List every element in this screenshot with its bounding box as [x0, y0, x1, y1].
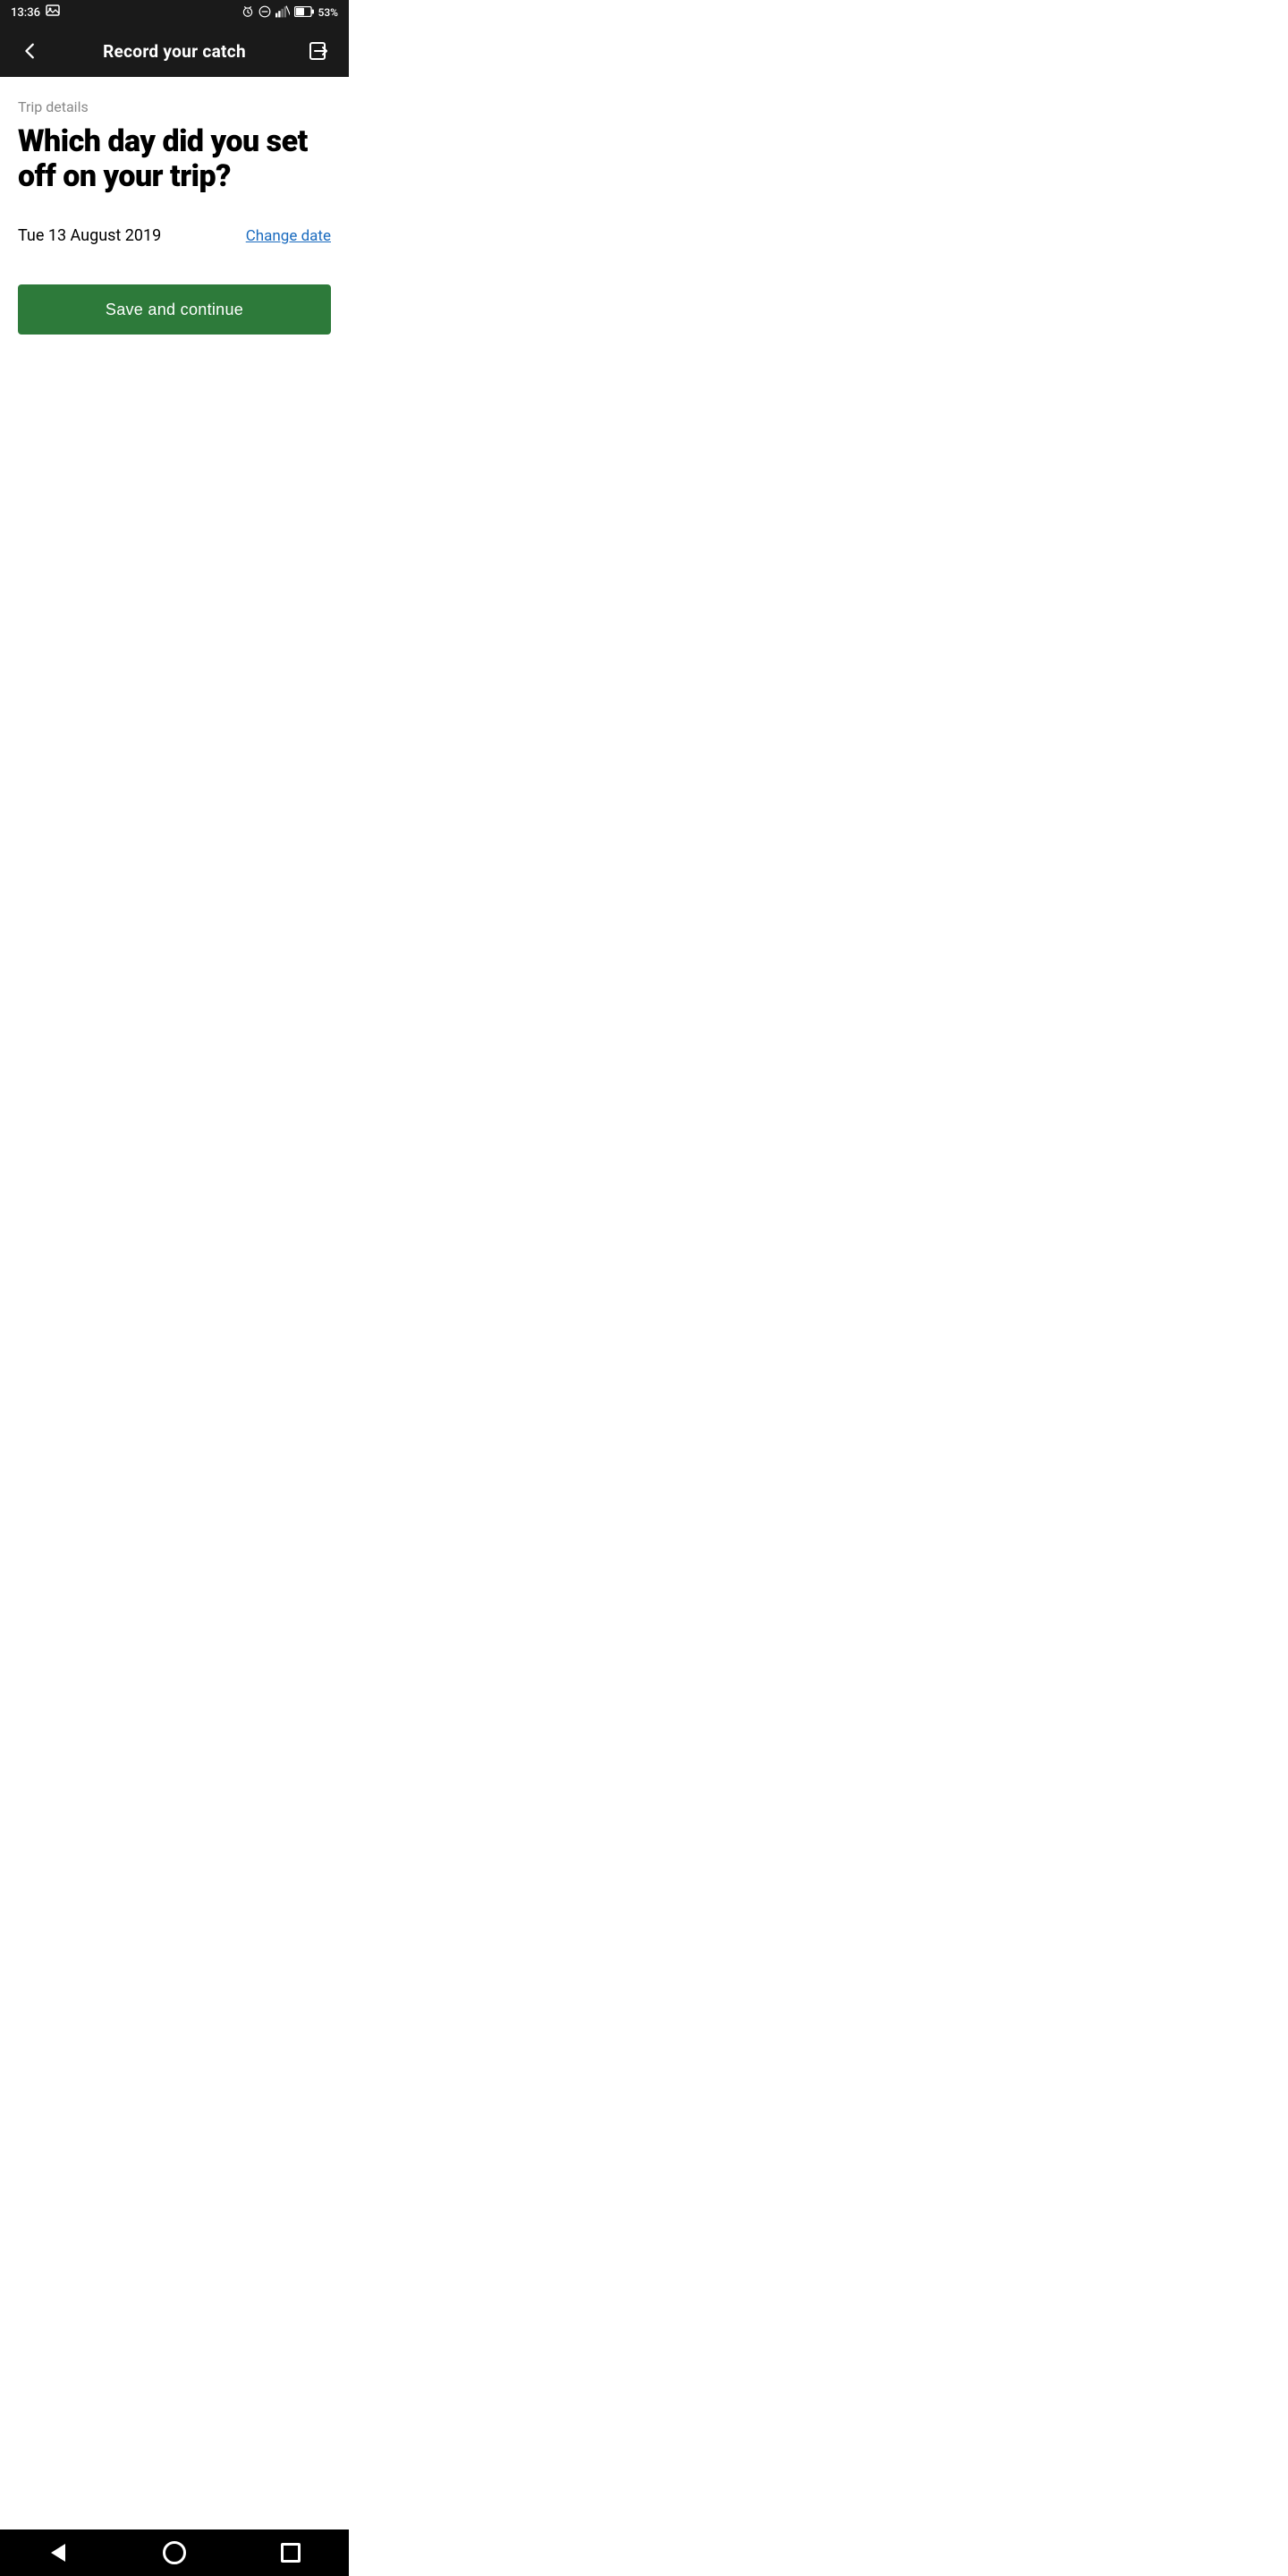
date-row: Tue 13 August 2019 Change date — [18, 226, 331, 245]
question-heading: Which day did you set off on your trip? — [18, 124, 331, 194]
bottom-nav — [0, 2529, 349, 2576]
back-arrow-icon — [51, 2544, 65, 2562]
status-bar-left: 13:36 — [11, 4, 60, 21]
signal-icon — [275, 5, 290, 21]
status-bar-right: 53% — [242, 5, 338, 21]
save-continue-button[interactable]: Save and continue — [18, 284, 331, 335]
change-date-link[interactable]: Change date — [246, 227, 331, 245]
battery-percent: 53% — [318, 6, 338, 19]
status-bar: 13:36 — [0, 0, 349, 25]
nav-recents-button[interactable] — [264, 2535, 318, 2571]
main-content: Trip details Which day did you set off o… — [0, 77, 349, 356]
time-display: 13:36 — [11, 6, 40, 20]
home-circle-icon — [163, 2541, 186, 2564]
battery-icon — [294, 6, 314, 20]
exit-button[interactable] — [302, 35, 335, 67]
date-display: Tue 13 August 2019 — [18, 226, 161, 245]
nav-back-button[interactable] — [31, 2535, 85, 2571]
section-label: Trip details — [18, 98, 331, 115]
alarm-icon — [242, 5, 254, 21]
top-nav: Record your catch — [0, 25, 349, 77]
nav-home-button[interactable] — [148, 2535, 201, 2571]
dnd-icon — [258, 5, 271, 21]
page-title: Record your catch — [103, 41, 246, 62]
gallery-icon — [46, 4, 60, 21]
back-button[interactable] — [14, 35, 47, 67]
recents-square-icon — [281, 2543, 301, 2563]
